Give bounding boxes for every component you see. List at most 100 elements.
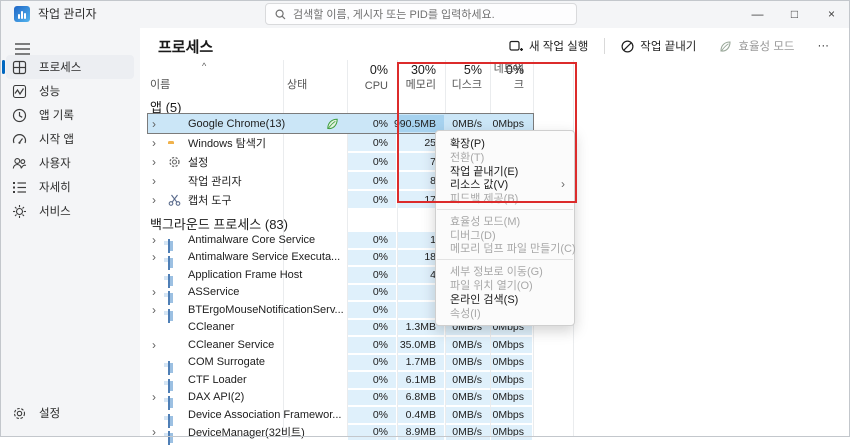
search-input[interactable]: 검색할 이름, 게시자 또는 PID를 입력하세요. bbox=[265, 3, 577, 25]
column-header-name[interactable]: 이름 bbox=[150, 76, 170, 92]
disk-cell: 0MB/s bbox=[446, 407, 490, 423]
sidebar-item-services[interactable]: 서비스 bbox=[6, 199, 134, 223]
snipping-tool-icon bbox=[168, 193, 181, 206]
memory-cell: 0.4MB bbox=[398, 407, 444, 423]
column-header-status[interactable]: 상태 bbox=[287, 76, 307, 92]
cpu-total-usage: 0% bbox=[369, 63, 388, 77]
process-name: DeviceManager(32비트) bbox=[188, 427, 305, 440]
expand-chevron-icon[interactable]: › bbox=[152, 336, 156, 354]
sidebar-item-startup-apps[interactable]: 시작 앱 bbox=[6, 127, 134, 151]
expand-chevron-icon[interactable]: › bbox=[152, 301, 156, 319]
expand-chevron-icon[interactable]: › bbox=[152, 424, 156, 442]
column-header-disk[interactable]: 디스크 bbox=[446, 76, 482, 92]
process-row-device-association[interactable]: Device Association Framewor... 0% 0.4MB … bbox=[148, 406, 533, 428]
run-new-task-button[interactable]: 새 작업 실행 bbox=[502, 35, 595, 57]
menu-item-label: 메모리 덤프 파일 만들기(C) bbox=[450, 243, 576, 256]
new-task-icon bbox=[509, 40, 523, 51]
expand-chevron-icon[interactable]: › bbox=[152, 231, 156, 249]
cpu-cell: 0% bbox=[348, 115, 396, 132]
expand-chevron-icon[interactable]: › bbox=[152, 389, 156, 407]
cpu-cell: 0% bbox=[348, 407, 396, 423]
process-name: Windows 탐색기 bbox=[188, 137, 267, 150]
efficiency-mode-button[interactable]: 효율성 모드 bbox=[712, 35, 801, 57]
sidebar-item-label: 성능 bbox=[39, 86, 61, 98]
menu-item-create-dump-file[interactable]: 메모리 덤프 파일 만들기(C) bbox=[436, 242, 576, 256]
column-header-network[interactable]: 네트워크 bbox=[491, 60, 524, 92]
process-row-ccleaner-service[interactable]: › CCleaner Service 0% 35.0MB 0MB/s 0Mbps bbox=[148, 336, 533, 354]
process-name: ASService bbox=[188, 286, 240, 299]
cpu-cell: 0% bbox=[348, 424, 396, 440]
disk-cell: 0MB/s bbox=[446, 389, 490, 405]
process-name: CCleaner Service bbox=[188, 338, 275, 351]
maximize-button[interactable]: □ bbox=[776, 0, 813, 28]
process-name: COM Surrogate bbox=[188, 356, 266, 369]
toolbar: 새 작업 실행 작업 끝내기 효율성 모드 ··· bbox=[502, 35, 836, 57]
toolbar-divider bbox=[604, 38, 606, 54]
cpu-cell: 0% bbox=[348, 284, 396, 300]
sidebar-item-label: 사용자 bbox=[39, 158, 71, 170]
column-header-memory[interactable]: 메모리 bbox=[398, 76, 436, 92]
sidebar-item-app-history[interactable]: 앱 기록 bbox=[6, 103, 134, 127]
network-cell: 0Mbps bbox=[491, 407, 532, 423]
sidebar-item-label: 서비스 bbox=[39, 206, 71, 218]
sidebar-item-performance[interactable]: 성능 bbox=[6, 79, 134, 103]
process-row-devicemanager[interactable]: › DeviceManager(32비트) 0% 8.9MB 0MB/s 0Mb… bbox=[148, 424, 533, 445]
table-header: ^ 이름 상태 0% CPU 30% 메모리 5% 디스크 0% 네트워크 bbox=[140, 60, 850, 96]
process-row-ctf-loader[interactable]: CTF Loader 0% 6.1MB 0MB/s 0Mbps bbox=[148, 371, 533, 393]
button-label: 작업 끝내기 bbox=[640, 41, 697, 53]
expand-chevron-icon[interactable]: › bbox=[152, 249, 156, 267]
process-row-com-surrogate[interactable]: COM Surrogate 0% 1.7MB 0MB/s 0Mbps bbox=[148, 354, 533, 376]
expand-chevron-icon[interactable]: › bbox=[152, 190, 156, 209]
process-row-dax-api[interactable]: › DAX API(2) 0% 6.8MB 0MB/s 0Mbps bbox=[148, 389, 533, 411]
process-name: Application Frame Host bbox=[188, 268, 303, 281]
sidebar-item-settings[interactable]: 설정 bbox=[6, 401, 134, 425]
cpu-cell: 0% bbox=[348, 354, 396, 370]
sidebar-item-label: 프로세스 bbox=[39, 62, 82, 74]
page-title: 프로세스 bbox=[158, 39, 214, 56]
submenu-arrow-icon: › bbox=[561, 177, 565, 192]
column-header-cpu[interactable]: CPU bbox=[348, 80, 388, 92]
sidebar-item-details[interactable]: 자세히 bbox=[6, 175, 134, 199]
sidebar-item-processes[interactable]: 프로세스 bbox=[2, 55, 134, 79]
window-title: 작업 관리자 bbox=[38, 7, 97, 21]
network-cell: 0Mbps bbox=[491, 354, 532, 370]
menu-item-label: 속성(I) bbox=[450, 307, 481, 320]
network-cell: 0Mbps bbox=[491, 424, 532, 440]
process-name: Google Chrome(13) bbox=[188, 117, 286, 130]
menu-item-provide-feedback[interactable]: 피드백 제공(B) bbox=[436, 191, 574, 205]
menu-item-properties[interactable]: 속성(I) bbox=[436, 306, 574, 320]
network-cell: 0Mbps bbox=[491, 389, 532, 405]
close-button[interactable]: × bbox=[813, 0, 850, 28]
cpu-cell: 0% bbox=[348, 372, 396, 388]
expand-chevron-icon[interactable]: › bbox=[152, 133, 156, 152]
process-name: 캡처 도구 bbox=[188, 194, 232, 207]
title-bar: 작업 관리자 검색할 이름, 게시자 또는 PID를 입력하세요. — □ × bbox=[0, 0, 850, 28]
cpu-cell: 0% bbox=[348, 232, 396, 248]
sort-ascending-icon: ^ bbox=[202, 61, 207, 71]
context-menu: 확장(P) 전환(T) 작업 끝내기(E) 리소스 값(V) › 피드백 제공(B… bbox=[435, 130, 576, 326]
expand-chevron-icon[interactable]: › bbox=[152, 284, 156, 302]
cpu-cell: 0% bbox=[348, 302, 396, 318]
main-content: 프로세스 새 작업 실행 작업 끝내기 효율성 모드 ··· ^ 이름 상태 0… bbox=[140, 28, 850, 445]
end-task-button[interactable]: 작업 끝내기 bbox=[614, 35, 703, 57]
expand-chevron-icon[interactable]: › bbox=[152, 152, 156, 171]
sidebar-item-users[interactable]: 사용자 bbox=[6, 151, 134, 175]
memory-total-usage: 30% bbox=[410, 63, 436, 77]
expand-chevron-icon[interactable]: › bbox=[152, 114, 156, 133]
memory-cell: 6.8MB bbox=[398, 389, 444, 405]
expand-chevron-icon[interactable]: › bbox=[152, 171, 156, 190]
cpu-cell: 0% bbox=[348, 389, 396, 405]
services-icon bbox=[13, 204, 26, 218]
menu-separator bbox=[437, 208, 573, 210]
sidebar-item-label: 설정 bbox=[39, 408, 61, 420]
leaf-icon bbox=[720, 40, 731, 52]
disk-cell: 0MB/s bbox=[446, 337, 490, 353]
minimize-button[interactable]: — bbox=[739, 0, 776, 28]
search-placeholder: 검색할 이름, 게시자 또는 PID를 입력하세요. bbox=[293, 9, 495, 21]
process-name: 작업 관리자 bbox=[188, 175, 242, 188]
more-options-button[interactable]: ··· bbox=[811, 37, 837, 55]
gear-icon bbox=[13, 407, 26, 419]
disk-total-usage: 5% bbox=[463, 63, 482, 77]
network-cell: 0Mbps bbox=[491, 337, 532, 353]
menu-item-label: 피드백 제공(B) bbox=[450, 193, 519, 206]
